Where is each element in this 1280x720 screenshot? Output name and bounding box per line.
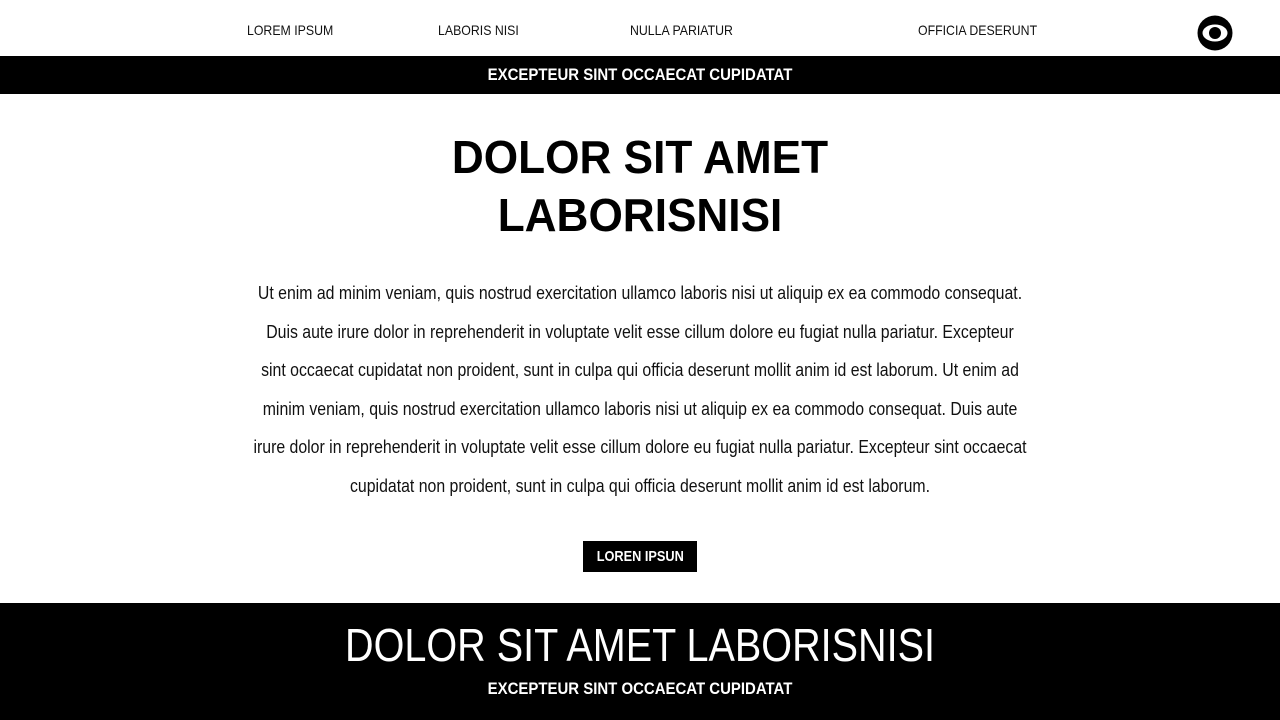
banner-text: EXCEPTEUR SINT OCCAECAT CUPIDATAT	[487, 65, 793, 84]
nav-link-nulla-pariatur[interactable]: NULLA PARIATUR	[630, 22, 733, 38]
hero-body-text: Ut enim ad minim veniam, quis nostrud ex…	[253, 283, 1027, 496]
page-title-line-2: LABORISNISI	[497, 189, 783, 241]
nav-link-laboris-nisi[interactable]: LABORIS NISI	[438, 22, 519, 38]
eye-circle-icon[interactable]	[1196, 15, 1234, 51]
top-navigation: LOREM IPSUM LABORIS NISI NULLA PARIATUR …	[0, 0, 1280, 56]
page-title-line-1: DOLOR SIT AMET	[451, 131, 829, 183]
cta-button-label: LOREN IPSUN	[596, 548, 684, 565]
nav-link-officia-deserunt[interactable]: OFFICIA DESERUNT	[918, 22, 1037, 38]
cta-button[interactable]: LOREN IPSUN	[583, 541, 697, 572]
footer-title: DOLOR SIT AMET LABORISNISI	[345, 619, 935, 671]
footer-subtitle: EXCEPTEUR SINT OCCAECAT CUPIDATAT	[487, 679, 793, 698]
nav-link-lorem-ipsum[interactable]: LOREM IPSUM	[247, 22, 333, 38]
page-title: DOLOR SIT AMET LABORISNISI	[0, 128, 1280, 244]
footer: DOLOR SIT AMET LABORISNISI EXCEPTEUR SIN…	[0, 603, 1280, 720]
announcement-banner: EXCEPTEUR SINT OCCAECAT CUPIDATAT	[0, 56, 1280, 94]
